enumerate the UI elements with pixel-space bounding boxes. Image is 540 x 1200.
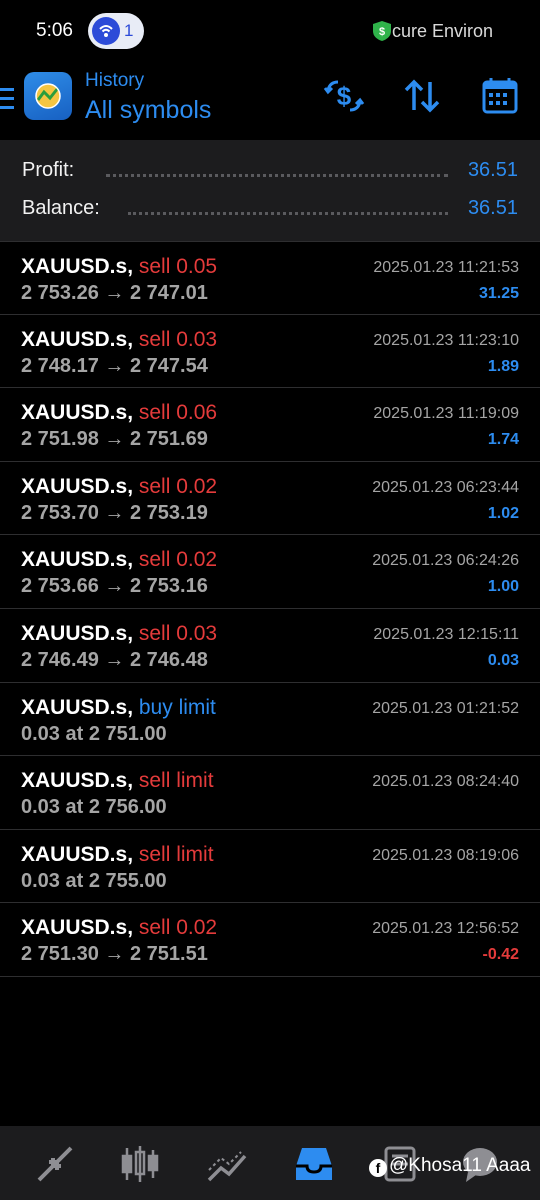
menu-icon[interactable] <box>0 88 14 110</box>
row-type: sell 0.02 <box>138 548 218 572</box>
row-detail: 2 751.98 → 2 751.69 <box>21 428 208 451</box>
nav-history[interactable] <box>292 1142 336 1186</box>
status-time: 5:06 <box>36 20 73 41</box>
history-row[interactable]: XAUUSD.s, sell 0.03 2 746.49 → 2 746.48 … <box>0 609 540 683</box>
row-detail: 2 751.30 → 2 751.51 <box>21 943 208 966</box>
leader-dots <box>106 173 448 177</box>
row-time: 2025.01.23 11:23:10 <box>373 331 519 349</box>
svg-text:$: $ <box>337 81 352 111</box>
notification-pill[interactable]: 1 <box>88 13 144 49</box>
row-profit: 1.74 <box>487 431 519 449</box>
profit-value: 36.51 <box>467 159 518 181</box>
row-time: 2025.01.23 06:24:26 <box>372 552 519 570</box>
chart-icon <box>121 1146 159 1182</box>
history-row[interactable]: XAUUSD.s, sell 0.02 2 751.30 → 2 751.51 … <box>0 903 540 977</box>
row-time: 2025.01.23 08:19:06 <box>372 846 519 864</box>
row-time: 2025.01.23 06:23:44 <box>372 478 519 496</box>
row-time: 2025.01.23 12:56:52 <box>372 920 519 938</box>
row-symbol: XAUUSD.s, <box>21 769 134 793</box>
sort-button[interactable] <box>400 76 444 116</box>
secure-environment-text: cure Environ <box>392 21 494 41</box>
deposit-exchange-button[interactable]: $ <box>322 76 366 116</box>
row-detail: 2 746.49 → 2 746.48 <box>21 648 208 671</box>
header-subtitle: History <box>85 70 145 91</box>
summary-panel: Profit: 36.51 Balance: 36.51 <box>0 140 540 241</box>
sort-icon <box>404 79 440 113</box>
row-type: sell 0.03 <box>138 621 218 645</box>
row-profit: 1.89 <box>487 357 519 375</box>
balance-label: Balance: <box>22 197 100 219</box>
status-bar: 5:06 1 $ cure Environ <box>0 0 540 62</box>
history-row[interactable]: XAUUSD.s, sell 0.02 2 753.66 → 2 753.16 … <box>0 535 540 609</box>
row-detail: 0.03 at 2 756.00 <box>21 796 167 819</box>
deposit-exchange-icon: $ <box>323 80 365 112</box>
watermark: f @Khosa11 Aaaa <box>369 1155 531 1177</box>
notification-count: 1 <box>124 21 134 40</box>
profit-row: Profit: 36.51 <box>0 159 540 189</box>
row-detail: 0.03 at 2 751.00 <box>21 722 167 745</box>
app-logo <box>24 72 72 120</box>
row-type: sell 0.06 <box>138 401 218 425</box>
row-time: 2025.01.23 11:21:53 <box>373 259 519 276</box>
history-row[interactable]: XAUUSD.s, sell 0.03 2 748.17 → 2 747.54 … <box>0 315 540 389</box>
row-symbol: XAUUSD.s, <box>21 916 134 940</box>
row-profit: 31.25 <box>478 285 519 302</box>
calendar-button[interactable] <box>478 76 522 116</box>
row-time: 2025.01.23 12:15:11 <box>373 625 519 643</box>
history-row[interactable]: XAUUSD.s, buy limit 0.03 at 2 751.00 202… <box>0 683 540 757</box>
row-symbol: XAUUSD.s, <box>21 474 134 498</box>
row-symbol: XAUUSD.s, <box>21 621 134 645</box>
row-time: 2025.01.23 01:21:52 <box>372 699 519 717</box>
history-row[interactable]: XAUUSD.s, sell 0.06 2 751.98 → 2 751.69 … <box>0 388 540 462</box>
row-symbol: XAUUSD.s, <box>21 255 134 278</box>
row-symbol: XAUUSD.s, <box>21 695 134 719</box>
history-row[interactable]: XAUUSD.s, sell 0.05 2 753.26 → 2 747.01 … <box>0 241 540 315</box>
row-type: sell 0.05 <box>138 255 218 278</box>
nav-chart[interactable] <box>118 1142 162 1186</box>
wifi-hotspot-icon <box>92 17 120 45</box>
balance-row: Balance: 36.51 <box>0 197 540 227</box>
row-type: sell 0.02 <box>138 474 218 498</box>
row-detail: 2 753.66 → 2 753.16 <box>21 575 208 598</box>
row-detail: 2 753.70 → 2 753.19 <box>21 501 208 524</box>
profit-label: Profit: <box>22 159 75 181</box>
calendar-icon <box>482 78 518 114</box>
row-profit: 0.03 <box>487 651 519 669</box>
leader-dots <box>128 211 448 215</box>
app-header: History All symbols $ <box>0 62 540 140</box>
nav-quotes[interactable] <box>33 1142 77 1186</box>
row-detail: 2 748.17 → 2 747.54 <box>21 354 208 377</box>
balance-value: 36.51 <box>467 197 518 219</box>
history-icon <box>296 1148 332 1180</box>
row-time: 2025.01.23 11:19:09 <box>373 405 519 423</box>
shield-icon: $ <box>373 21 391 41</box>
row-detail: 2 753.26 → 2 747.01 <box>21 282 208 304</box>
nav-trade[interactable] <box>205 1142 249 1186</box>
row-detail: 0.03 at 2 755.00 <box>21 869 167 892</box>
row-type: sell limit <box>138 769 214 793</box>
history-row[interactable]: XAUUSD.s, sell 0.02 2 753.70 → 2 753.19 … <box>0 462 540 536</box>
svg-text:$: $ <box>379 26 385 38</box>
row-profit: -0.42 <box>482 946 519 964</box>
trade-icon <box>207 1151 247 1182</box>
history-row[interactable]: XAUUSD.s, sell limit 0.03 at 2 755.00 20… <box>0 830 540 904</box>
row-symbol: XAUUSD.s, <box>21 842 134 866</box>
page-title[interactable]: All symbols <box>85 96 211 125</box>
history-row[interactable]: XAUUSD.s, sell limit 0.03 at 2 756.00 20… <box>0 756 540 830</box>
row-symbol: XAUUSD.s, <box>21 548 134 572</box>
row-type: sell 0.03 <box>138 327 218 351</box>
row-profit: 1.02 <box>487 504 519 522</box>
history-list: XAUUSD.s, sell 0.05 2 753.26 → 2 747.01 … <box>0 241 540 977</box>
row-profit: 1.00 <box>487 578 519 596</box>
row-type: buy limit <box>138 695 216 719</box>
quotes-icon <box>37 1146 73 1182</box>
row-time: 2025.01.23 08:24:40 <box>372 773 519 791</box>
row-symbol: XAUUSD.s, <box>21 327 134 351</box>
row-symbol: XAUUSD.s, <box>21 401 134 425</box>
row-type: sell limit <box>138 842 214 866</box>
facebook-icon: f <box>369 1159 387 1177</box>
row-type: sell 0.02 <box>138 916 218 940</box>
watermark-text: @Khosa11 Aaaa <box>389 1155 531 1176</box>
